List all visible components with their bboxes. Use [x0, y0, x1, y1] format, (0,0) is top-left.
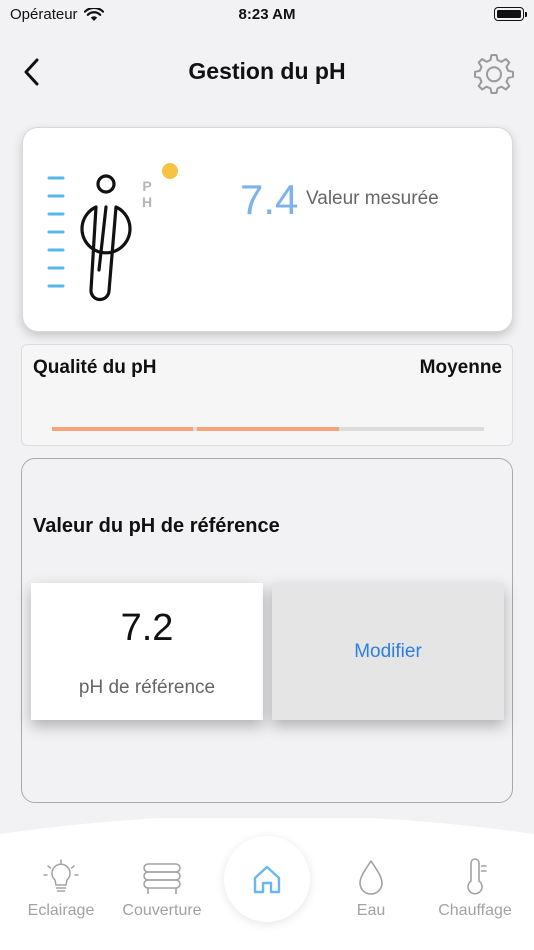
tab-eau[interactable]: Eau [316, 858, 426, 920]
clock: 8:23 AM [238, 6, 296, 23]
measured-value: 7.4 [240, 176, 299, 223]
modify-button[interactable]: Modifier [272, 583, 504, 720]
quality-card: Qualité du pH Moyenne [21, 344, 513, 446]
quality-title: Qualité du pH [33, 357, 157, 378]
nav-header: Gestion du pH [0, 40, 534, 104]
reference-value: 7.2 [120, 607, 174, 649]
tab-label-couverture: Couverture [122, 902, 202, 919]
reference-title: Valeur du pH de référence [33, 515, 280, 537]
settings-button[interactable] [472, 51, 516, 95]
lightbulb-icon [43, 859, 79, 892]
measured-value-label: Valeur mesurée [306, 188, 439, 209]
ph-glyph-h: H [141, 194, 153, 210]
page-title: Gestion du pH [188, 58, 346, 84]
tab-label-eclairage: Eclairage [27, 902, 95, 919]
ph-glyph-p: P [142, 178, 152, 194]
tab-chauffage[interactable]: Chauffage [420, 858, 530, 920]
reference-value-box: 7.2 pH de référence [31, 583, 263, 720]
home-button[interactable] [224, 836, 310, 922]
tab-couverture[interactable]: Couverture [107, 858, 217, 920]
tab-label-chauffage: Chauffage [438, 902, 512, 919]
status-bar: Opérateur 8:23 AM [0, 0, 534, 30]
battery-icon [494, 7, 527, 21]
home-icon [253, 865, 281, 894]
reference-value-label: pH de référence [78, 677, 216, 698]
status-indicator-dot [162, 163, 178, 179]
ph-probe-icon [47, 174, 132, 302]
gear-icon [474, 54, 514, 94]
ph-glyph: P H [140, 178, 154, 210]
pool-cover-icon [143, 863, 181, 894]
quality-value: Moyenne [419, 357, 502, 378]
quality-bar-segment-1 [52, 427, 194, 431]
tab-label-eau: Eau [356, 902, 386, 919]
quality-bar-segment-2 [197, 427, 339, 431]
thermometer-icon [467, 858, 487, 895]
measurement-card: P H 7.4 Valeur mesurée [22, 127, 513, 332]
water-drop-icon [359, 860, 383, 895]
tab-eclairage[interactable]: Eclairage [6, 858, 116, 920]
reference-card: Valeur du pH de référence 7.2 pH de réfé… [21, 458, 513, 803]
